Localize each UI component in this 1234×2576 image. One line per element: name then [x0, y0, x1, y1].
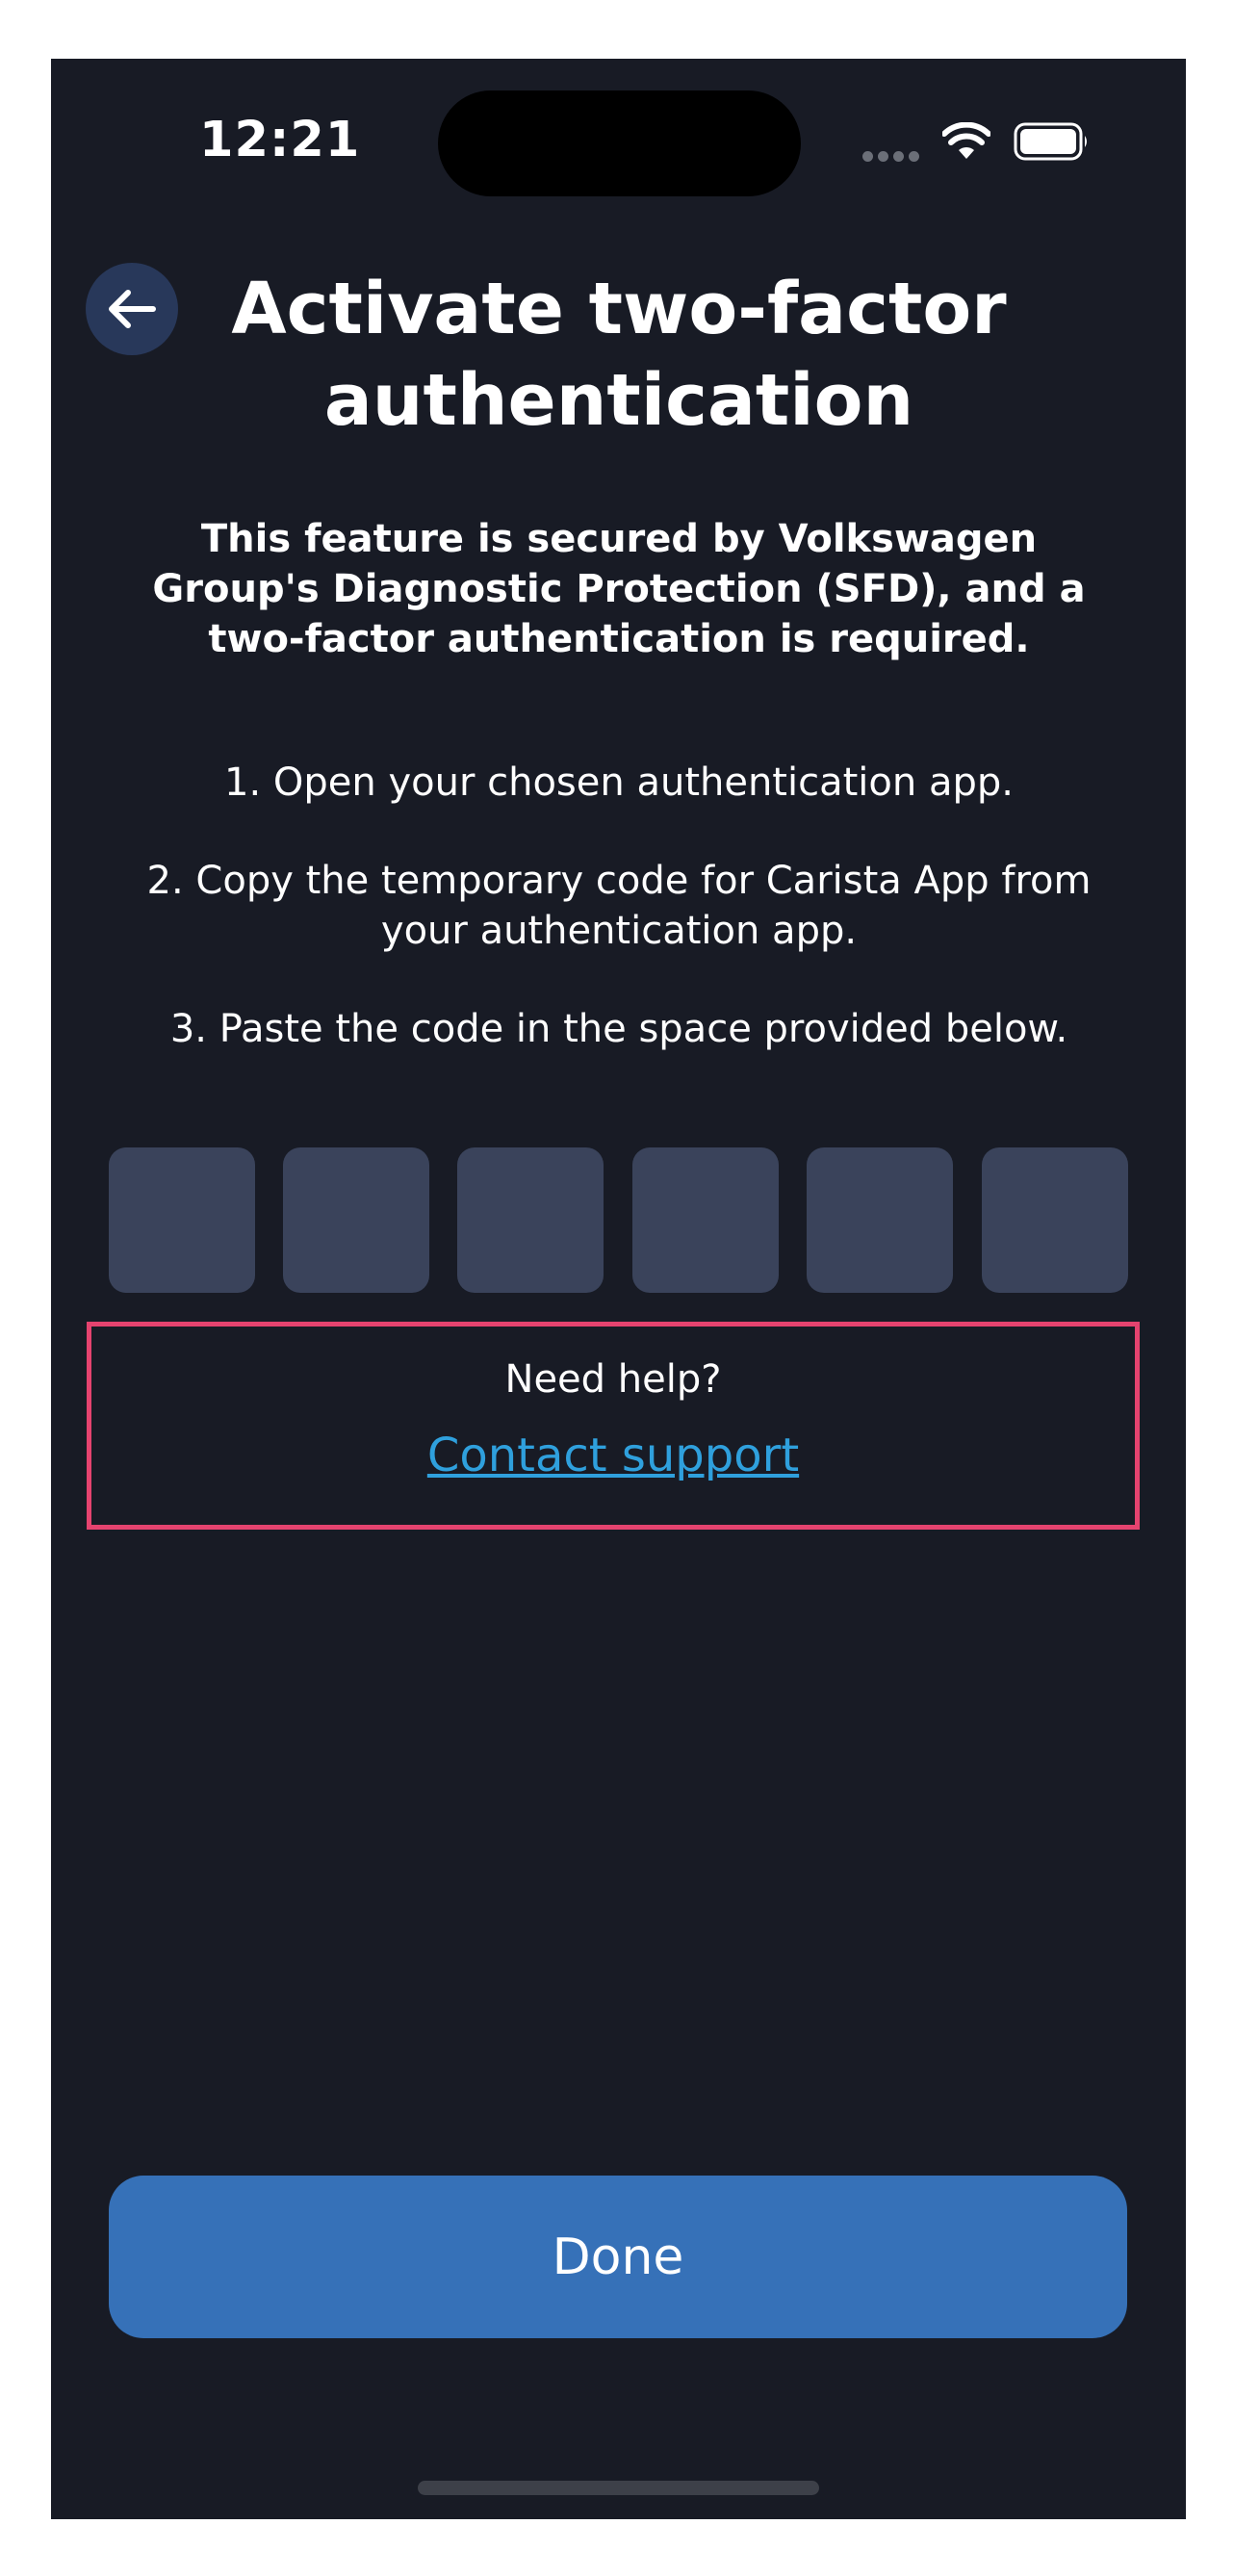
wifi-icon	[942, 122, 990, 159]
page-title: Activate two-factor authentication	[231, 268, 1007, 442]
help-section: Need help? Contact support	[87, 1322, 1140, 1530]
code-input	[109, 1147, 1128, 1293]
step-1: 1. Open your chosen authentication app.	[224, 760, 1014, 805]
code-digit-1[interactable]	[109, 1147, 255, 1293]
done-button[interactable]: Done	[109, 2176, 1127, 2338]
battery-icon	[1014, 122, 1087, 161]
code-digit-2[interactable]	[283, 1147, 429, 1293]
step-2: 2. Copy the temporary code for Carista A…	[146, 859, 1092, 953]
home-indicator	[418, 2481, 819, 2495]
cellular-signal-icon	[862, 151, 920, 163]
app-screen: 12:21 Activate two-factor authentication…	[51, 59, 1186, 2519]
dynamic-island	[438, 90, 801, 196]
help-question: Need help?	[504, 1357, 722, 1402]
code-digit-5[interactable]	[807, 1147, 953, 1293]
contact-support-link[interactable]: Contact support	[91, 1429, 1135, 1482]
code-digit-4[interactable]	[632, 1147, 779, 1293]
arrow-left-icon	[109, 290, 156, 328]
code-digit-3[interactable]	[457, 1147, 604, 1293]
code-digit-6[interactable]	[982, 1147, 1128, 1293]
intro-text: This feature is secured by Volkswagen Gr…	[152, 517, 1086, 661]
step-3: 3. Paste the code in the space provided …	[169, 1007, 1068, 1051]
status-time: 12:21	[199, 112, 361, 168]
back-button[interactable]	[86, 263, 178, 355]
